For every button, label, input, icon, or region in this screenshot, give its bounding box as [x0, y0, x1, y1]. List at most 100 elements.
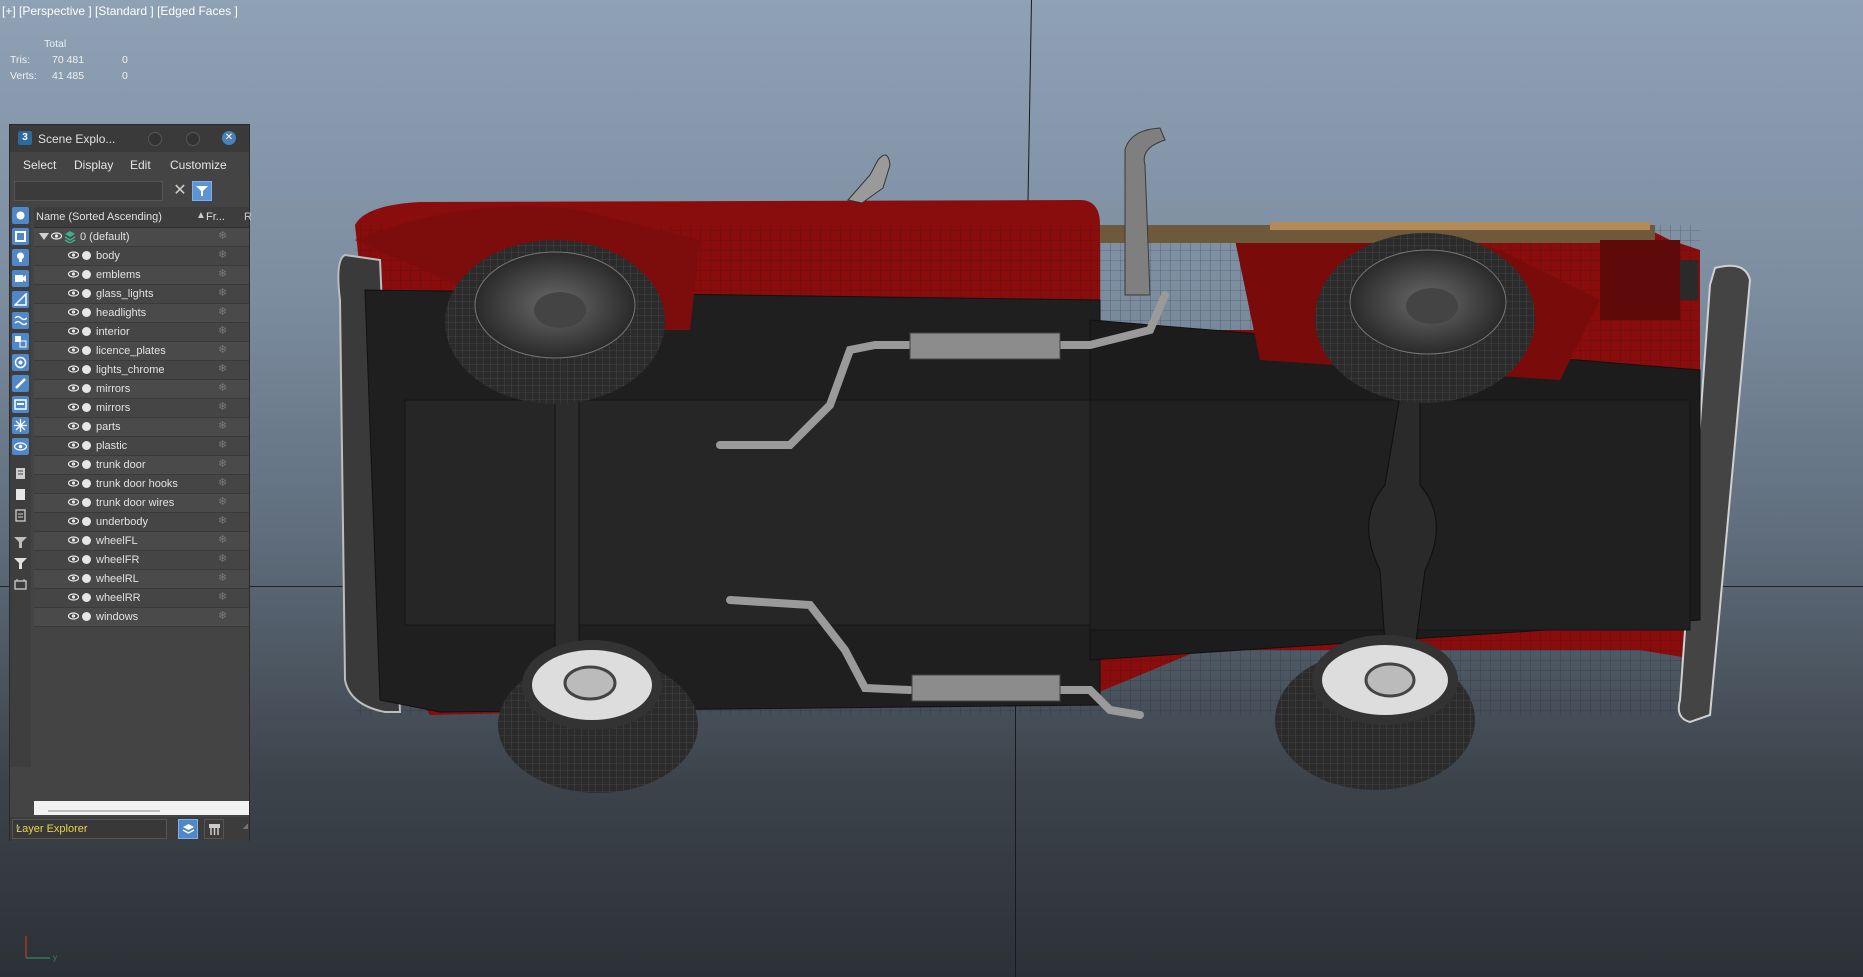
lights-icon[interactable] — [12, 249, 29, 266]
freeze-icon[interactable]: ❄ — [218, 364, 229, 375]
layer-item-row[interactable]: mirrors ❄ — [34, 380, 249, 399]
visibility-eye-icon[interactable] — [68, 422, 79, 430]
render-toggle-icon[interactable] — [82, 612, 91, 621]
freeze-icon[interactable]: ❄ — [218, 573, 229, 584]
render-toggle-icon[interactable] — [82, 308, 91, 317]
visibility-eye-icon[interactable] — [68, 308, 79, 316]
render-toggle-icon[interactable] — [82, 441, 91, 450]
layer-item-row[interactable]: headlights ❄ — [34, 304, 249, 323]
display-all-icon[interactable] — [12, 207, 29, 224]
close-icon[interactable]: ✕ — [222, 131, 236, 145]
render-toggle-icon[interactable] — [82, 422, 91, 431]
render-toggle-icon[interactable] — [82, 270, 91, 279]
front-axle[interactable] — [554, 374, 580, 686]
groups-icon[interactable] — [12, 333, 29, 350]
visibility-eye-icon[interactable] — [68, 498, 79, 506]
layer-item-row[interactable]: interior ❄ — [34, 323, 249, 342]
freeze-icon[interactable]: ❄ — [218, 440, 229, 451]
layer-item-row[interactable]: wheelRL ❄ — [34, 570, 249, 589]
layer-item-row[interactable]: mirrors ❄ — [34, 399, 249, 418]
side-mirror[interactable] — [847, 154, 891, 204]
layer-item-row[interactable]: plastic ❄ — [34, 437, 249, 456]
render-toggle-icon[interactable] — [82, 403, 91, 412]
filter-funnel-icon-2[interactable] — [12, 555, 29, 572]
column-frozen-header[interactable]: Fr... — [206, 211, 225, 223]
freeze-icon[interactable]: ❄ — [218, 478, 229, 489]
hidden-icon[interactable] — [12, 438, 29, 455]
visibility-eye-icon[interactable] — [68, 289, 79, 297]
freeze-icon[interactable]: ❄ — [218, 269, 229, 280]
visibility-eye-icon[interactable] — [68, 384, 79, 392]
layer-item-row[interactable]: windows ❄ — [34, 608, 249, 627]
expand-arrow-icon[interactable] — [39, 233, 49, 240]
freeze-icon[interactable]: ❄ — [218, 535, 229, 546]
resize-grip-icon[interactable]: ◢ — [243, 822, 248, 830]
menu-customize[interactable]: Customize — [170, 158, 227, 172]
layer-item-row[interactable]: trunk door ❄ — [34, 456, 249, 475]
render-toggle-icon[interactable] — [82, 517, 91, 526]
freeze-icon[interactable]: ❄ — [218, 611, 229, 622]
freeze-icon[interactable]: ❄ — [218, 288, 229, 299]
render-toggle-icon[interactable] — [82, 555, 91, 564]
render-toggle-icon[interactable] — [82, 289, 91, 298]
invert-icon[interactable] — [12, 507, 29, 524]
layer-item-row[interactable]: wheelFR ❄ — [34, 551, 249, 570]
layer-item-row[interactable]: parts ❄ — [34, 418, 249, 437]
render-toggle-icon[interactable] — [82, 460, 91, 469]
visibility-eye-icon[interactable] — [68, 270, 79, 278]
explorer-mode-select[interactable]: Layer Explorer ▾ — [12, 819, 167, 839]
scene-explorer-titlebar[interactable]: 3 Scene Explo... ✕ — [10, 125, 249, 152]
layer-row-default[interactable]: 0 (default) ❄ — [34, 228, 249, 247]
freeze-icon[interactable]: ❄ — [218, 345, 229, 356]
render-toggle-icon[interactable] — [82, 365, 91, 374]
render-toggle-icon[interactable] — [82, 384, 91, 393]
layer-item-row[interactable]: trunk door wires ❄ — [34, 494, 249, 513]
freeze-icon[interactable]: ❄ — [218, 307, 229, 318]
wheel-front-left[interactable] — [445, 240, 665, 404]
render-toggle-icon[interactable] — [82, 479, 91, 488]
freeze-icon[interactable]: ❄ — [218, 554, 229, 565]
display-all-icon-2[interactable] — [12, 486, 29, 503]
render-toggle-icon[interactable] — [82, 574, 91, 583]
scrollbar-thumb[interactable] — [48, 810, 160, 812]
menu-select[interactable]: Select — [23, 158, 56, 172]
layer-item-row[interactable]: emblems ❄ — [34, 266, 249, 285]
hierarchy-button[interactable] — [204, 819, 224, 839]
column-render-header[interactable]: R — [244, 211, 252, 223]
visibility-eye-icon[interactable] — [68, 460, 79, 468]
muffler-front[interactable] — [909, 332, 1061, 360]
geometry-icon[interactable] — [12, 228, 29, 245]
visibility-eye-icon[interactable] — [51, 232, 62, 240]
freeze-icon[interactable]: ❄ — [218, 592, 229, 603]
visibility-eye-icon[interactable] — [68, 593, 79, 601]
render-toggle-icon[interactable] — [82, 327, 91, 336]
freeze-icon[interactable]: ❄ — [218, 326, 229, 337]
helpers-icon[interactable] — [12, 291, 29, 308]
freeze-icon[interactable]: ❄ — [218, 383, 229, 394]
freeze-icon[interactable]: ❄ — [218, 459, 229, 470]
visibility-eye-icon[interactable] — [68, 574, 79, 582]
visibility-eye-icon[interactable] — [68, 346, 79, 354]
containers-icon[interactable] — [12, 396, 29, 413]
layer-item-row[interactable]: underbody ❄ — [34, 513, 249, 532]
spacewarps-icon[interactable] — [12, 312, 29, 329]
layer-item-row[interactable]: licence_plates ❄ — [34, 342, 249, 361]
muffler-rear[interactable] — [911, 674, 1061, 702]
visibility-eye-icon[interactable] — [68, 555, 79, 563]
selection-set-icon[interactable] — [12, 576, 29, 593]
minimize-icon[interactable] — [148, 132, 162, 146]
frozen-icon[interactable] — [12, 417, 29, 434]
xrefs-icon[interactable] — [12, 354, 29, 371]
freeze-icon[interactable]: ❄ — [218, 402, 229, 413]
bones-icon[interactable] — [12, 375, 29, 392]
clear-search-icon[interactable]: ✕ — [172, 182, 188, 200]
column-name-header[interactable]: Name (Sorted Ascending) — [36, 211, 162, 223]
freeze-icon[interactable]: ❄ — [218, 250, 229, 261]
layer-item-row[interactable]: glass_lights ❄ — [34, 285, 249, 304]
filter-icon[interactable] — [12, 534, 29, 551]
layer-item-row[interactable]: wheelFL ❄ — [34, 532, 249, 551]
render-toggle-icon[interactable] — [82, 536, 91, 545]
cameras-icon[interactable] — [12, 270, 29, 287]
visibility-eye-icon[interactable] — [68, 441, 79, 449]
layer-item-row[interactable]: trunk door hooks ❄ — [34, 475, 249, 494]
